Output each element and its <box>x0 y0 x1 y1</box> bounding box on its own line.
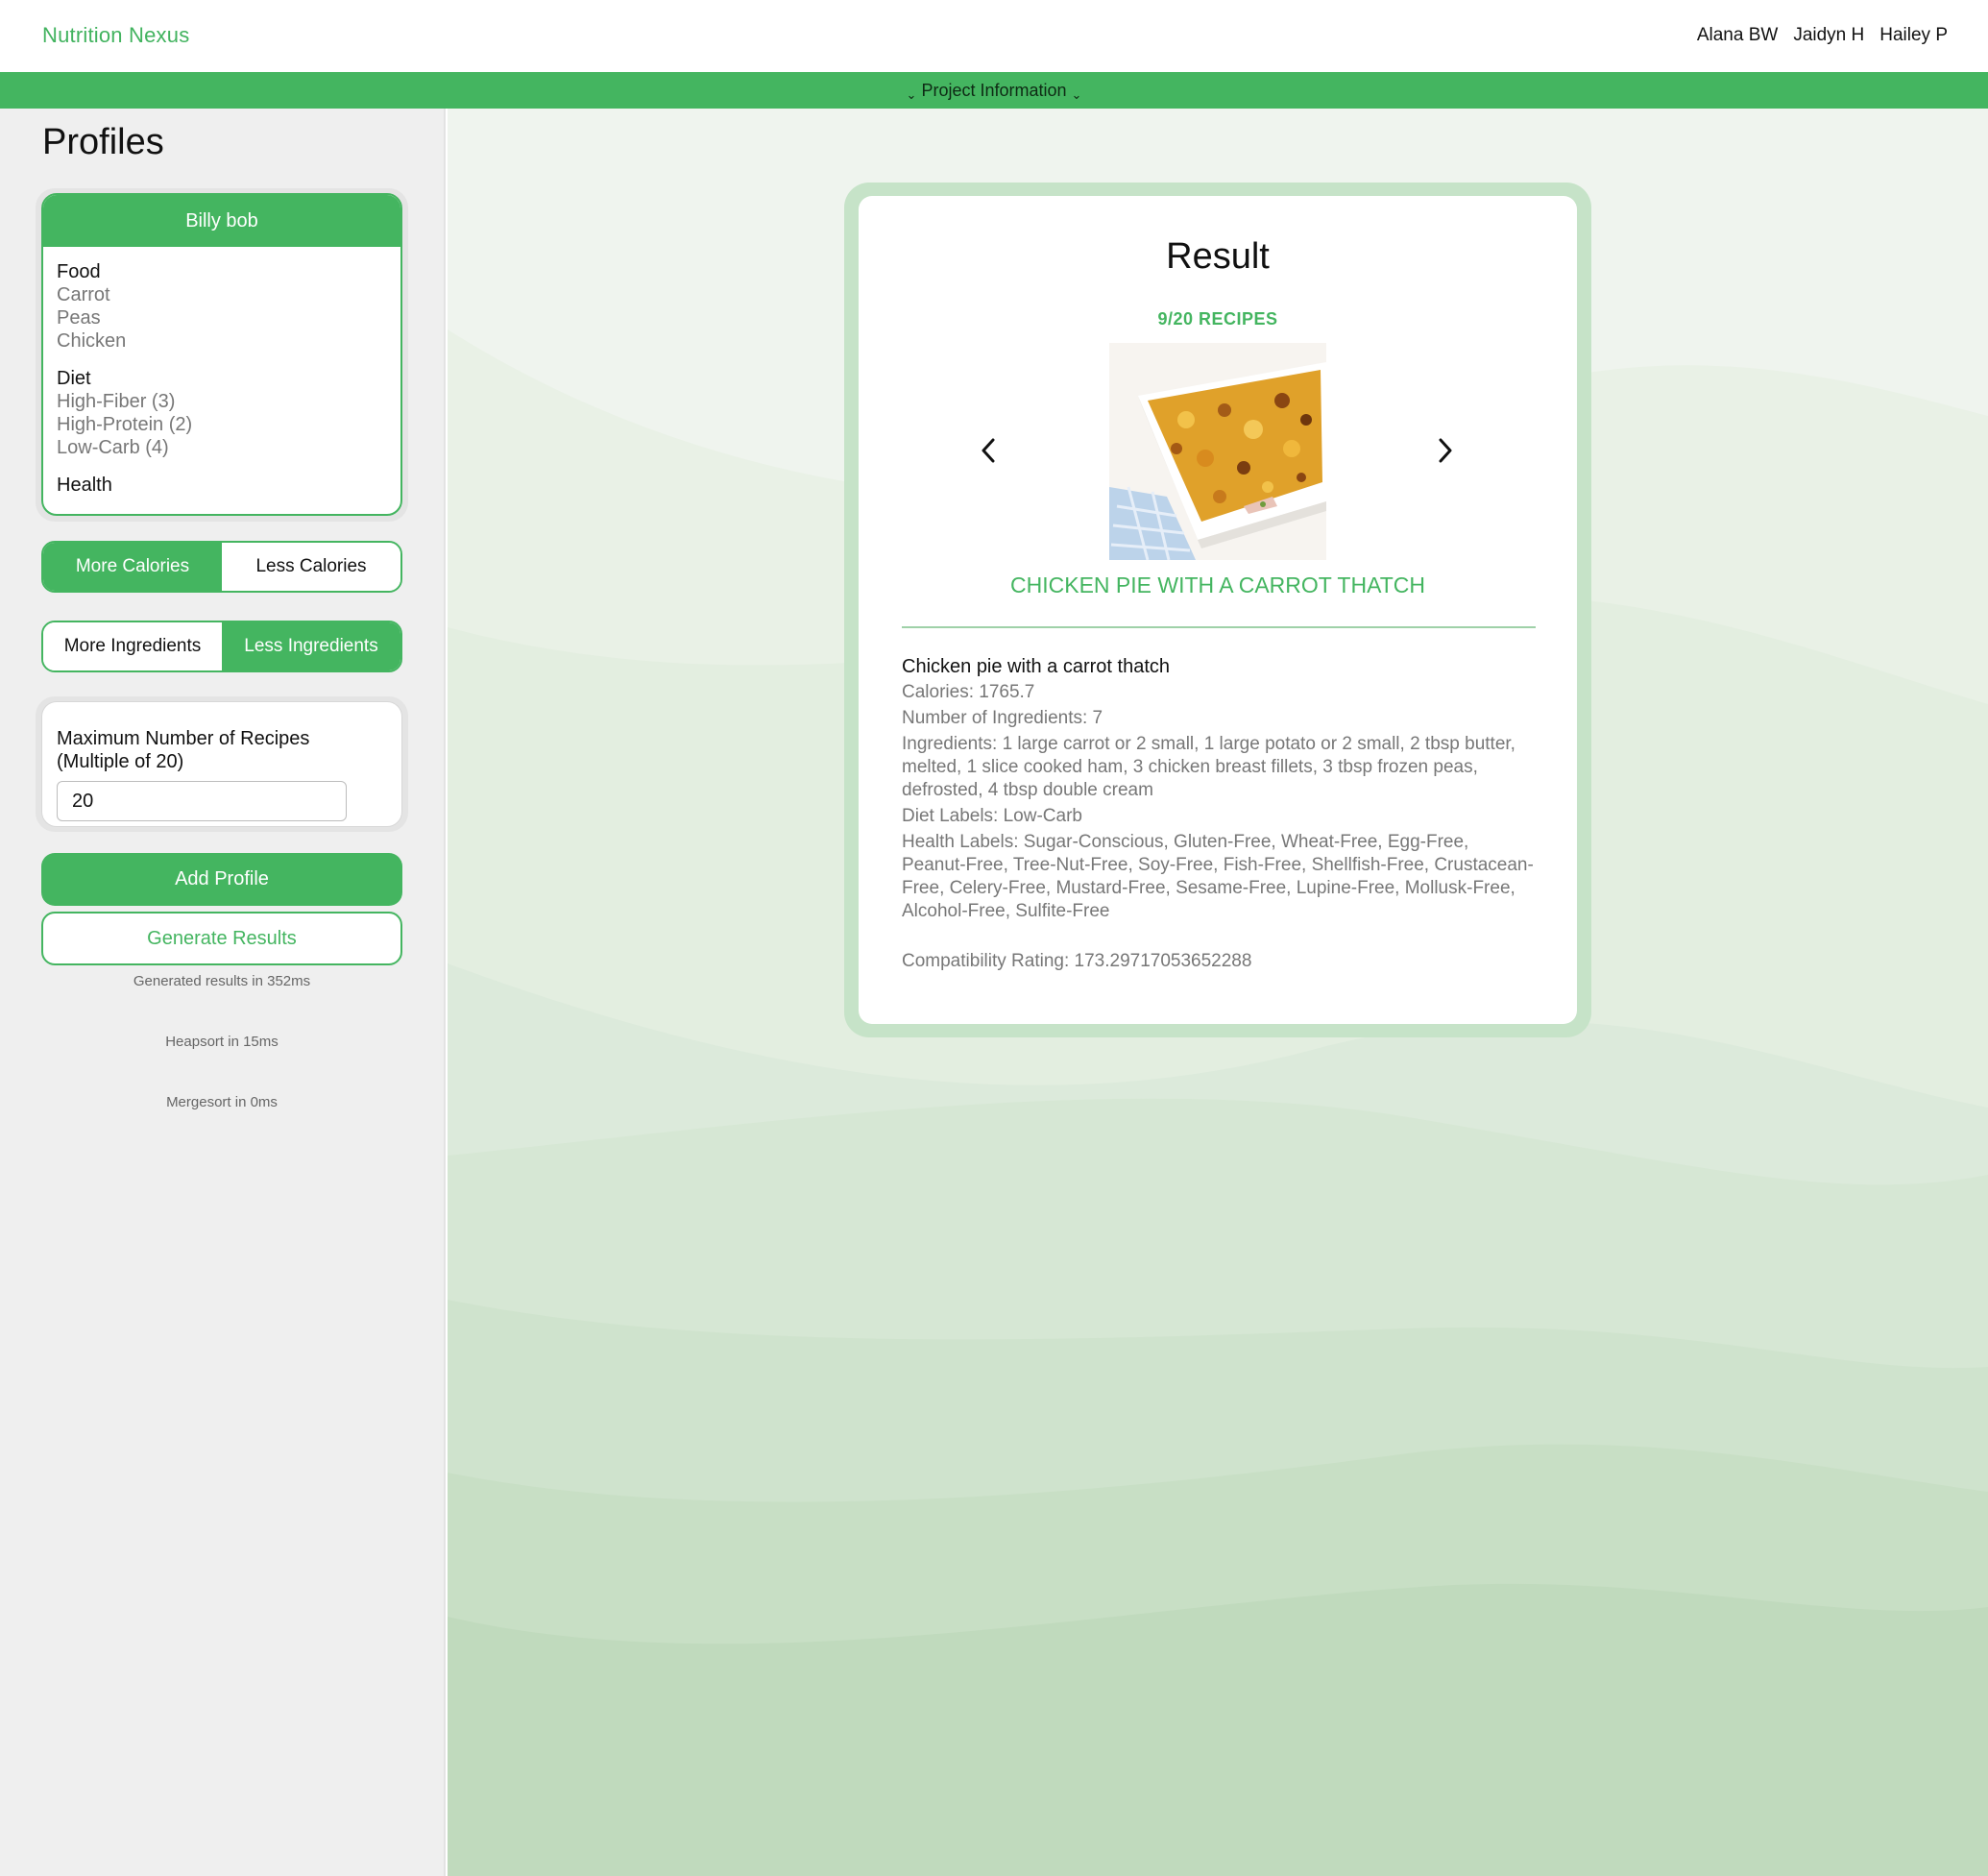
author-link[interactable]: Hailey P <box>1879 25 1948 46</box>
diet-heading: Diet <box>57 368 91 389</box>
project-info-label: Project Information <box>921 80 1067 100</box>
heapsort-time-stat: Heapsort in 15ms <box>165 1034 279 1050</box>
author-link[interactable]: Jaidyn H <box>1793 25 1864 46</box>
generation-time-stat: Generated results in 352ms <box>133 973 311 989</box>
previous-recipe-button[interactable] <box>974 436 1003 465</box>
food-item: Carrot <box>57 284 110 305</box>
top-bar: Nutrition Nexus Alana BW Jaidyn H Hailey… <box>0 0 1988 72</box>
max-recipes-input[interactable] <box>57 781 347 821</box>
more-ingredients-option[interactable]: More Ingredients <box>43 622 222 670</box>
recipe-diet-labels: Diet Labels: Low-Carb <box>902 806 1082 826</box>
max-recipes-label: Maximum Number of Recipes (Multiple of 2… <box>57 728 310 772</box>
profile-card[interactable]: Billy bob Food Carrot Peas Chicken Diet … <box>41 193 402 516</box>
calories-toggle: More Calories Less Calories <box>41 541 402 593</box>
compatibility-rating: Compatibility Rating: 173.29717053652288 <box>902 951 1252 971</box>
food-heading: Food <box>57 261 101 282</box>
recipe-health-labels: Health Labels: Sugar-Conscious, Gluten-F… <box>902 832 1534 921</box>
chevron-down-icon: ⌄ <box>1071 87 1082 102</box>
max-recipes-card: Maximum Number of Recipes (Multiple of 2… <box>41 701 402 827</box>
result-title: Result <box>1166 236 1270 277</box>
food-item: Peas <box>57 307 101 329</box>
recipe-ingredients: Ingredients: 1 large carrot or 2 small, … <box>902 734 1515 800</box>
recipe-counter: 9/20 RECIPES <box>1157 309 1278 329</box>
author-links: Alana BW Jaidyn H Hailey P <box>1697 25 1948 46</box>
brand-logo-text[interactable]: Nutrition Nexus <box>42 23 189 48</box>
recipe-calories: Calories: 1765.7 <box>902 682 1035 702</box>
author-link[interactable]: Alana BW <box>1697 25 1778 46</box>
generate-results-button[interactable]: Generate Results <box>41 912 402 965</box>
more-calories-option[interactable]: More Calories <box>43 543 222 591</box>
recipe-name-heading: CHICKEN PIE WITH A CARROT THATCH <box>1010 573 1425 597</box>
less-ingredients-option[interactable]: Less Ingredients <box>222 622 400 670</box>
project-info-toggle[interactable]: ⌄ Project Information ⌄ <box>0 72 1988 109</box>
diet-item: Low-Carb (4) <box>57 437 169 458</box>
health-heading: Health <box>57 475 112 496</box>
sidebar-title: Profiles <box>42 122 164 162</box>
recipe-photo <box>1109 343 1326 560</box>
recipe-details: Chicken pie with a carrot thatch Calorie… <box>902 655 1536 976</box>
profiles-sidebar: Profiles Billy bob Food Carrot Peas Chic… <box>0 109 446 1876</box>
less-calories-option[interactable]: Less Calories <box>222 543 400 591</box>
food-item: Chicken <box>57 330 127 352</box>
recipe-title: Chicken pie with a carrot thatch <box>902 656 1171 677</box>
recipe-ingredient-count: Number of Ingredients: 7 <box>902 708 1103 728</box>
add-profile-button[interactable]: Add Profile <box>41 853 402 906</box>
profile-name: Billy bob <box>43 195 400 247</box>
diet-item: High-Fiber (3) <box>57 391 176 412</box>
ingredients-toggle: More Ingredients Less Ingredients <box>41 621 402 672</box>
divider <box>902 626 1536 628</box>
result-card: Result 9/20 RECIPES CHICKEN PIE WITH A C… <box>859 196 1577 1024</box>
next-recipe-button[interactable] <box>1431 436 1460 465</box>
mergesort-time-stat: Mergesort in 0ms <box>166 1094 278 1110</box>
chevron-right-icon <box>1439 438 1452 463</box>
chevron-left-icon <box>982 438 995 463</box>
chevron-down-icon: ⌄ <box>906 87 917 102</box>
diet-item: High-Protein (2) <box>57 414 193 435</box>
